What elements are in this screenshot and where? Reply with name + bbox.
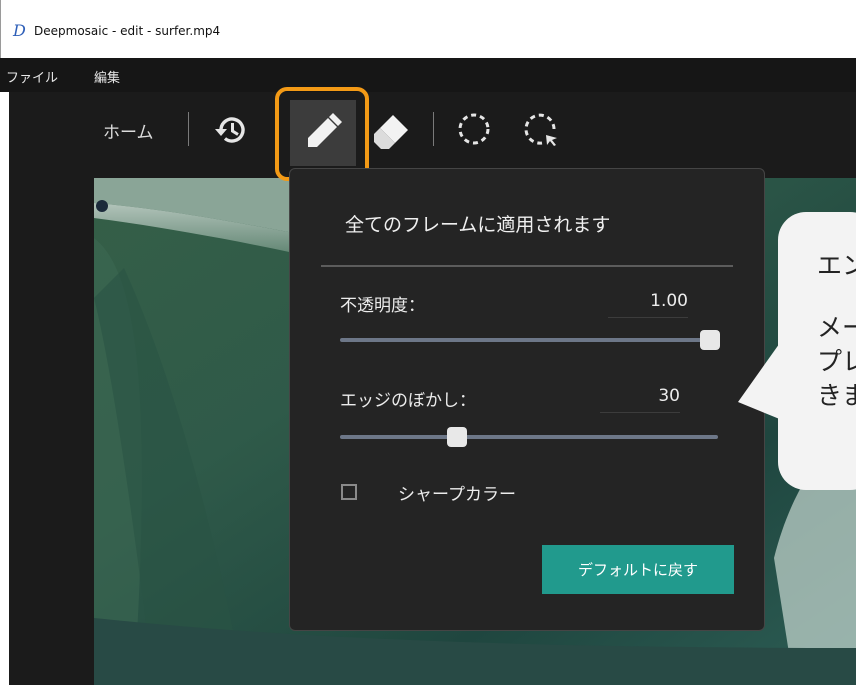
circle-select-icon[interactable] [454, 109, 494, 149]
popup-title: 全てのフレームに適用されます [345, 214, 611, 236]
edge-blur-slider-track[interactable] [340, 435, 718, 439]
callout-line: プレ [817, 347, 856, 376]
title-bar: D Deepmosaic - edit - surfer.mp4 [0, 0, 856, 58]
edge-blur-label: エッジのぼかし： [340, 391, 476, 411]
opacity-slider-thumb[interactable] [700, 330, 720, 350]
window-edge [0, 92, 9, 685]
edge-blur-slider-thumb[interactable] [447, 427, 467, 447]
reset-defaults-button[interactable]: デフォルトに戻す [542, 545, 734, 594]
app-logo-icon: D [13, 21, 26, 40]
opacity-value[interactable]: 1.00 [608, 291, 688, 318]
popup-divider [321, 265, 733, 267]
sharp-color-checkbox[interactable] [341, 484, 357, 500]
opacity-slider-track[interactable] [340, 338, 718, 342]
menu-bar: ファイル 編集 [0, 58, 856, 92]
eraser-icon[interactable] [371, 112, 411, 152]
toolbar-divider [188, 112, 189, 146]
edge-blur-value[interactable]: 30 [600, 386, 680, 413]
history-icon[interactable] [212, 110, 252, 150]
callout-pointer [738, 340, 782, 420]
circle-select-cursor-icon[interactable] [520, 109, 560, 149]
home-link[interactable]: ホーム [103, 118, 154, 143]
toolbar-divider [433, 112, 434, 146]
callout-line: きま [817, 381, 856, 410]
opacity-label: 不透明度： [340, 296, 425, 316]
callout-line: メー [817, 313, 856, 342]
menu-edit[interactable]: 編集 [94, 67, 120, 86]
sharp-color-label: シャープカラー [398, 485, 516, 505]
menu-file[interactable]: ファイル [6, 67, 58, 86]
window-title: Deepmosaic - edit - surfer.mp4 [34, 24, 221, 38]
selected-tool-highlight [275, 87, 369, 181]
callout-line: エン [817, 251, 856, 280]
